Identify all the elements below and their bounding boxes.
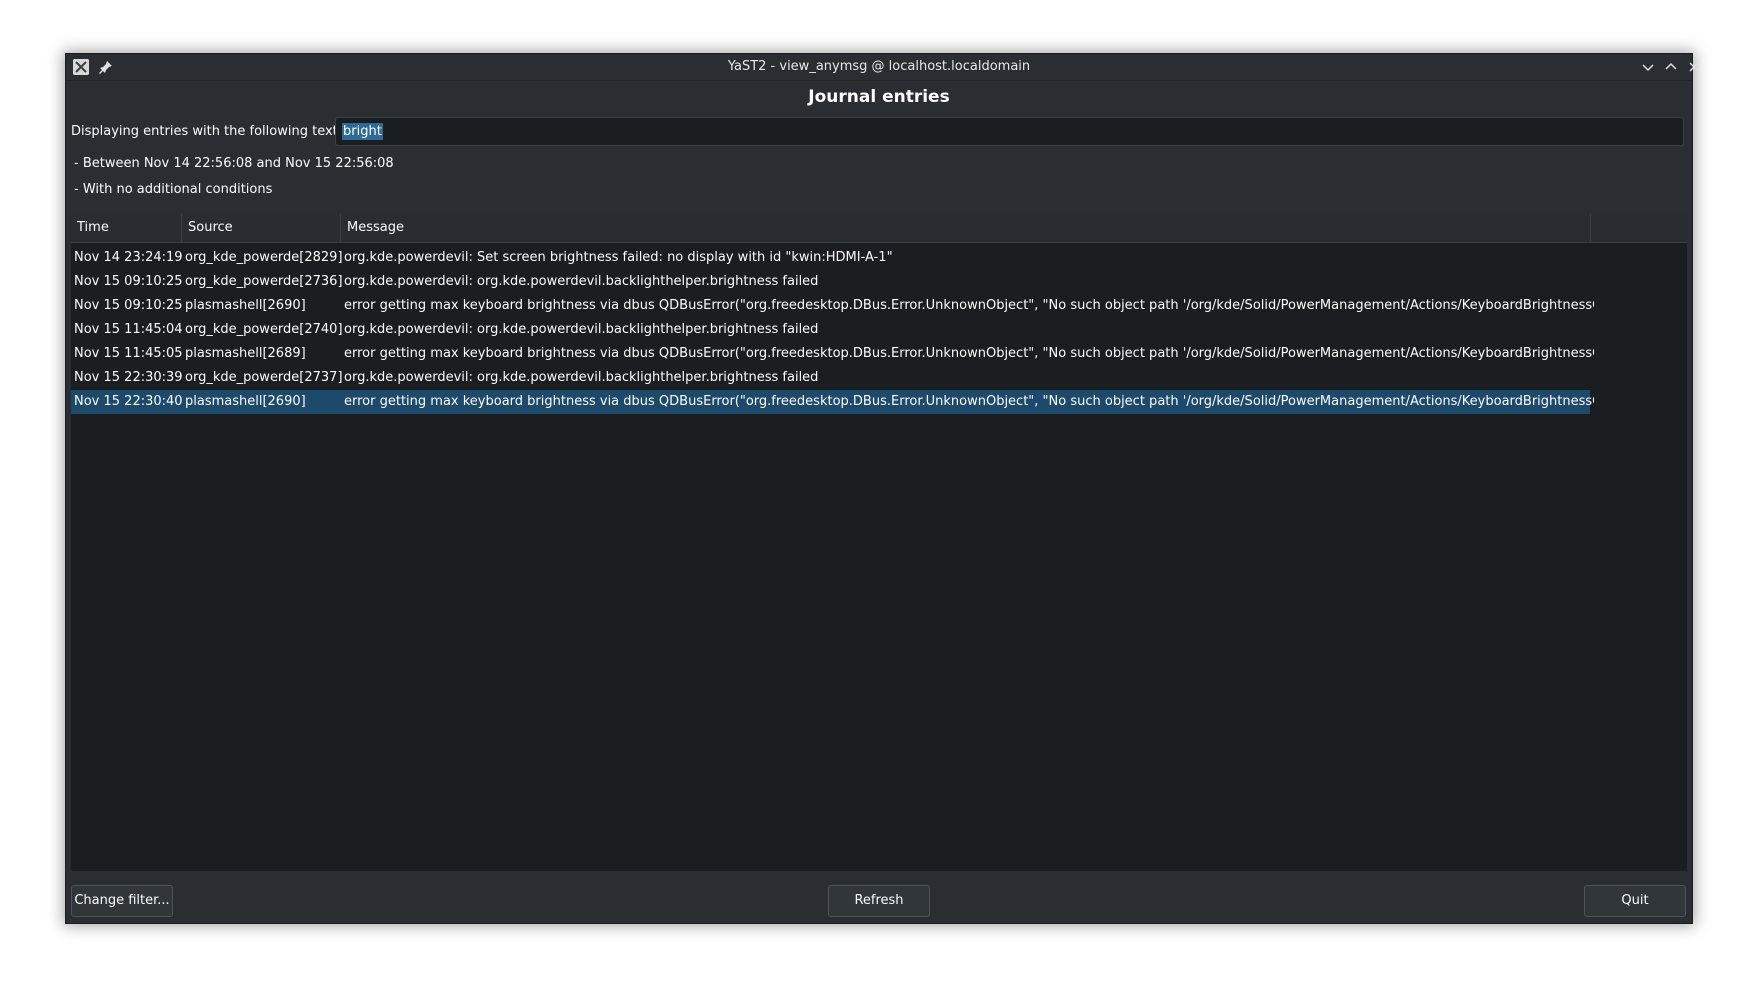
cell-time: Nov 15 09:10:25: [74, 298, 183, 313]
cell-message: org.kde.powerdevil: org.kde.powerdevil.b…: [344, 274, 819, 289]
table-row[interactable]: Nov 15 09:10:25 org_kde_powerde[2736] or…: [71, 270, 1590, 294]
column-header-message[interactable]: Message: [341, 214, 1591, 242]
titlebar[interactable]: YaST2 - view_anymsg @ localhost.localdom…: [66, 54, 1699, 81]
chevron-up-icon[interactable]: [1663, 59, 1679, 75]
table-header: Time Source Message: [71, 214, 1687, 243]
cell-time: Nov 14 23:24:19: [74, 250, 183, 265]
cell-source: org_kde_powerde[2737]: [185, 370, 343, 385]
close-icon[interactable]: [1686, 59, 1702, 75]
condition-date-range: - Between Nov 14 22:56:08 and Nov 15 22:…: [74, 156, 394, 171]
filter-label: Displaying entries with the following te…: [71, 124, 338, 139]
cell-message: org.kde.powerdevil: Set screen brightnes…: [344, 250, 893, 265]
cell-source: org_kde_powerde[2736]: [185, 274, 343, 289]
cell-message: error getting max keyboard brightness vi…: [344, 346, 1594, 361]
column-header-time[interactable]: Time: [71, 214, 182, 242]
app-window: YaST2 - view_anymsg @ localhost.localdom…: [65, 53, 1699, 924]
table-row[interactable]: Nov 15 11:45:04 org_kde_powerde[2740] or…: [71, 318, 1590, 342]
cell-source: plasmashell[2690]: [185, 394, 306, 409]
cell-source: org_kde_powerde[2740]: [185, 322, 343, 337]
cell-source: plasmashell[2690]: [185, 298, 306, 313]
table-row[interactable]: Nov 15 22:30:39 org_kde_powerde[2737] or…: [71, 366, 1590, 390]
window-title: YaST2 - view_anymsg @ localhost.localdom…: [727, 59, 1031, 74]
chevron-down-icon[interactable]: [1640, 59, 1656, 75]
cell-time: Nov 15 11:45:04: [74, 322, 183, 337]
table-row[interactable]: Nov 14 23:24:19 org_kde_powerde[2829] or…: [71, 246, 1590, 270]
cell-message: error getting max keyboard brightness vi…: [344, 298, 1594, 313]
cell-message: org.kde.powerdevil: org.kde.powerdevil.b…: [344, 370, 819, 385]
cell-message: org.kde.powerdevil: org.kde.powerdevil.b…: [344, 322, 819, 337]
cell-time: Nov 15 22:30:39: [74, 370, 183, 385]
cell-time: Nov 15 09:10:25: [74, 274, 183, 289]
cell-source: org_kde_powerde[2829]: [185, 250, 343, 265]
refresh-button[interactable]: Refresh: [828, 885, 930, 917]
quit-button[interactable]: Quit: [1584, 885, 1686, 917]
cell-message: error getting max keyboard brightness vi…: [344, 394, 1594, 409]
change-filter-button[interactable]: Change filter...: [71, 885, 173, 917]
column-header-source[interactable]: Source: [182, 214, 341, 242]
filter-text-value: bright: [342, 123, 383, 140]
condition-additional: - With no additional conditions: [74, 182, 273, 197]
page-title: Journal entries: [808, 87, 950, 107]
cell-source: plasmashell[2689]: [185, 346, 306, 361]
table-row-selected[interactable]: Nov 15 22:30:40 plasmashell[2690] error …: [71, 390, 1594, 414]
cell-time: Nov 15 22:30:40: [74, 394, 183, 409]
filter-text-field[interactable]: bright: [335, 117, 1684, 146]
journal-table[interactable]: Time Source Message Nov 14 23:24:19 org_…: [71, 214, 1687, 871]
table-row[interactable]: Nov 15 11:45:05 plasmashell[2689] error …: [71, 342, 1594, 366]
cell-time: Nov 15 11:45:05: [74, 346, 183, 361]
table-row[interactable]: Nov 15 09:10:25 plasmashell[2690] error …: [71, 294, 1594, 318]
